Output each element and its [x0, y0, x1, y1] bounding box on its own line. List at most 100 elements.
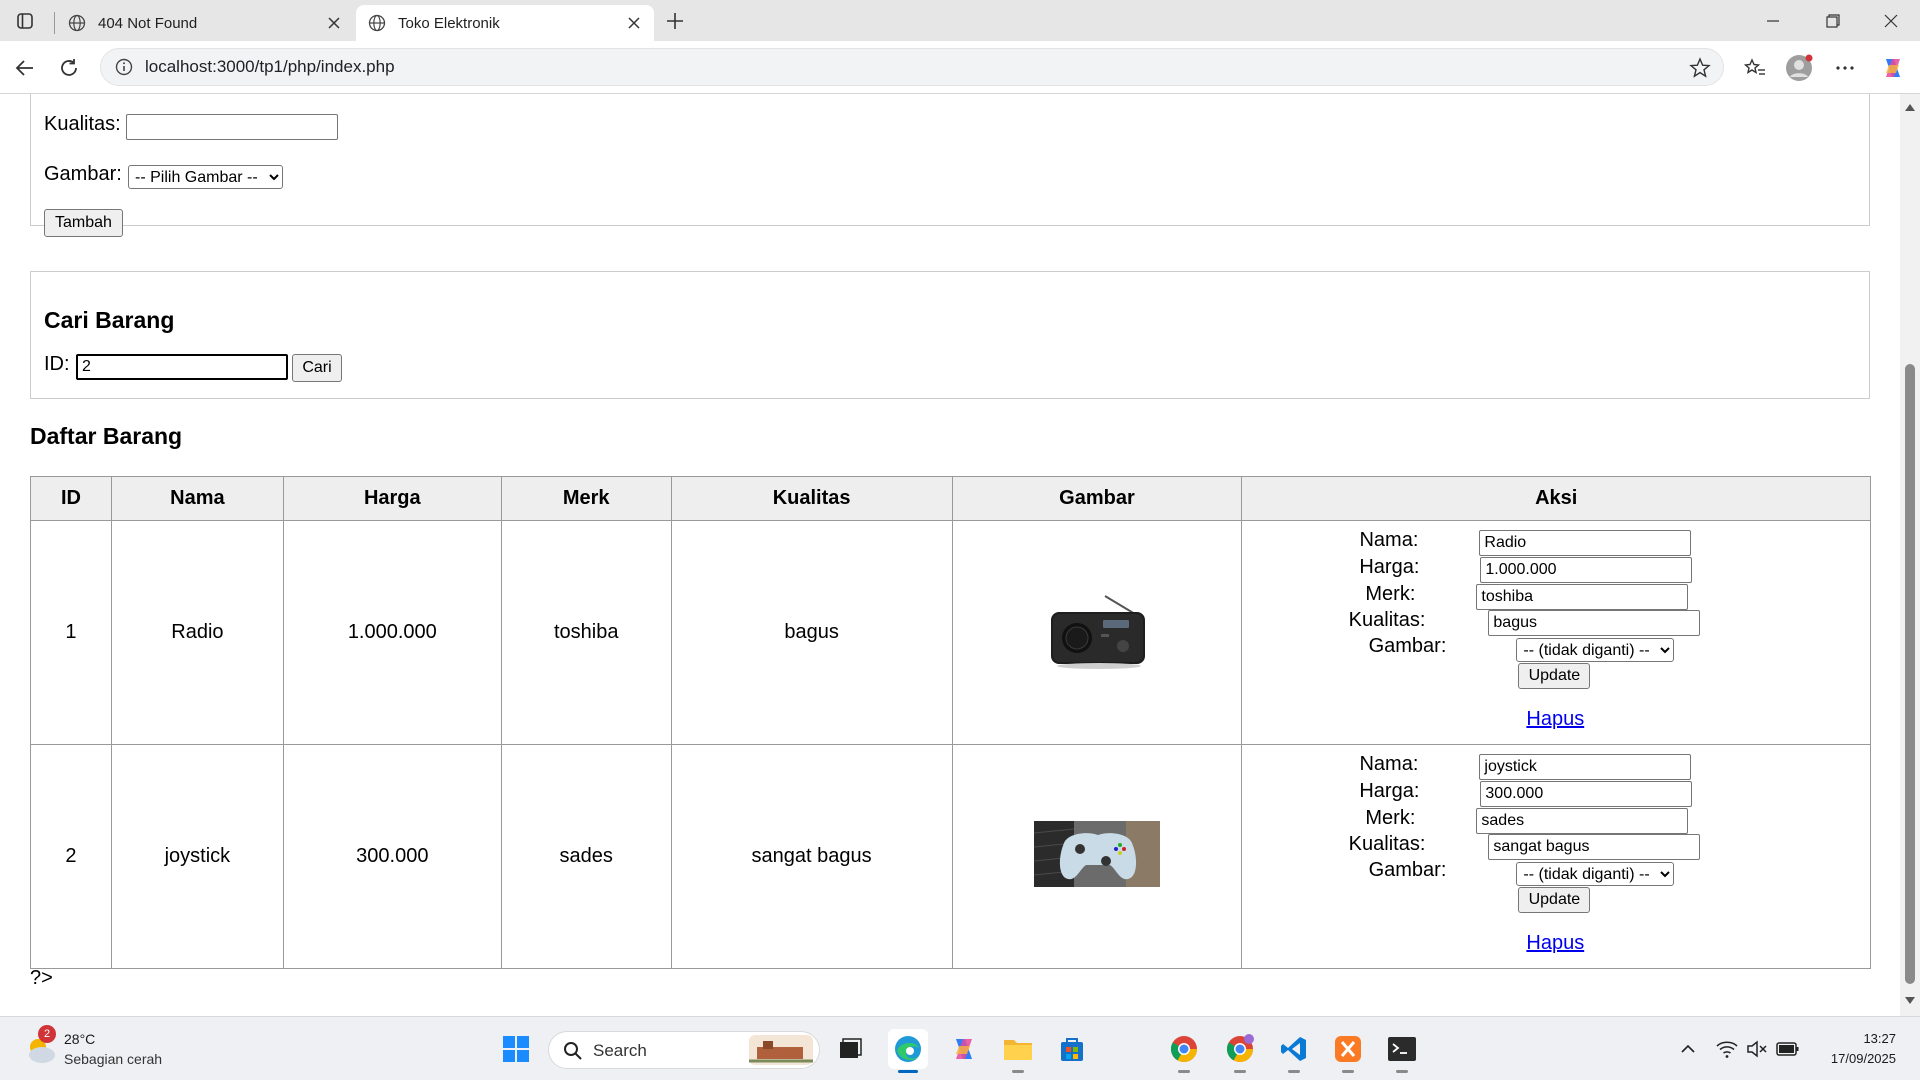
- url-field[interactable]: localhost:3000/tp1/php/index.php: [100, 48, 1724, 86]
- weather-widget[interactable]: 2 28°C Sebagian cerah: [24, 1025, 224, 1071]
- running-indicator: [1288, 1070, 1300, 1073]
- kualitas-input[interactable]: [126, 114, 338, 140]
- more-menu-button[interactable]: [1828, 51, 1862, 85]
- speaker-muted-icon[interactable]: [1746, 1039, 1768, 1059]
- back-button[interactable]: [8, 51, 42, 85]
- tab-404[interactable]: 404 Not Found: [56, 5, 354, 41]
- xampp-button[interactable]: [1328, 1029, 1368, 1073]
- copilot-icon: [1886, 59, 1900, 77]
- hapus-link[interactable]: Hapus: [1526, 932, 1584, 955]
- battery-icon[interactable]: [1776, 1041, 1800, 1057]
- nama-input[interactable]: [1479, 754, 1692, 780]
- scroll-thumb[interactable]: [1905, 364, 1915, 984]
- taskbar: 2 28°C Sebagian cerah Search 13:27 17/09…: [0, 1016, 1920, 1080]
- new-tab-button[interactable]: [660, 7, 690, 35]
- running-indicator: [1234, 1070, 1246, 1073]
- edge-taskbar-button[interactable]: [888, 1029, 928, 1073]
- harga-input[interactable]: [1480, 557, 1693, 583]
- favorites-button[interactable]: [1738, 51, 1772, 85]
- copilot-button[interactable]: [1876, 51, 1910, 85]
- running-indicator: [1396, 1070, 1408, 1073]
- nama-label: Nama:: [1359, 753, 1419, 775]
- clock[interactable]: 13:27 17/09/2025: [1816, 1029, 1896, 1069]
- hapus-link[interactable]: Hapus: [1526, 708, 1584, 731]
- column-header: Aksi: [1241, 476, 1871, 521]
- gambar-select[interactable]: -- Pilih Gambar --: [128, 165, 283, 189]
- gambar-label: Gambar:: [1368, 635, 1447, 657]
- active-indicator: [898, 1070, 918, 1073]
- nama-input[interactable]: [1479, 530, 1692, 556]
- gambar-select[interactable]: -- (tidak diganti) --: [1516, 862, 1675, 886]
- info-icon[interactable]: [115, 58, 133, 76]
- kualitas-input[interactable]: [1488, 610, 1701, 636]
- items-table: ID Nama Harga Merk Kualitas Gambar Aksi …: [30, 476, 1871, 969]
- maximize-button[interactable]: [1804, 0, 1862, 41]
- add-form-box: Kualitas: Gambar: -- Pilih Gambar -- Tam…: [30, 94, 1870, 237]
- harga-input[interactable]: [1480, 781, 1693, 807]
- terminal-icon: [1388, 1037, 1416, 1061]
- xampp-icon: [1335, 1036, 1361, 1062]
- cell-kualitas: sangat bagus: [670, 744, 953, 969]
- page-viewport: Kualitas: Gambar: -- Pilih Gambar -- Tam…: [0, 94, 1900, 1016]
- close-icon[interactable]: [626, 15, 642, 31]
- harga-label: Harga:: [1359, 780, 1420, 802]
- close-icon: [1884, 14, 1898, 27]
- search-label: Search: [593, 1041, 647, 1060]
- file-explorer-button[interactable]: [998, 1029, 1038, 1073]
- task-view-button[interactable]: [830, 1029, 870, 1069]
- terminal-button[interactable]: [1382, 1029, 1422, 1073]
- column-header: Gambar: [951, 476, 1243, 521]
- merk-input[interactable]: [1476, 584, 1689, 610]
- id-search-input[interactable]: [76, 354, 288, 380]
- cell-merk: toshiba: [500, 520, 672, 745]
- address-bar: localhost:3000/tp1/php/index.php: [0, 41, 1920, 94]
- globe-icon: [368, 14, 386, 32]
- column-header: ID: [30, 476, 112, 521]
- chrome-icon: [1226, 1034, 1254, 1063]
- task-view-icon: [840, 1038, 862, 1058]
- tab-actions-icon[interactable]: [10, 8, 40, 34]
- start-button[interactable]: [496, 1029, 536, 1069]
- page-scrollbar[interactable]: [1900, 94, 1920, 1016]
- search-box: Cari Barang ID: Cari: [30, 271, 1870, 399]
- tab-bar: 404 Not Found Toko Elektronik: [0, 0, 1920, 41]
- close-icon[interactable]: [326, 15, 342, 31]
- cari-button[interactable]: Cari: [292, 354, 342, 382]
- table-row: 1 Radio 1.000.000 toshiba bagus Nama: Ra…: [30, 520, 1871, 745]
- kualitas-input[interactable]: [1488, 834, 1701, 860]
- chrome-profile-button[interactable]: [1220, 1029, 1260, 1073]
- search-heading: Cari Barang: [44, 307, 175, 333]
- wifi-icon[interactable]: [1716, 1039, 1738, 1059]
- store-icon: [1061, 1038, 1083, 1061]
- cell-harga: 1.000.000: [282, 520, 502, 745]
- close-window-button[interactable]: [1862, 0, 1920, 41]
- column-header: Harga: [282, 476, 502, 521]
- scroll-down-arrow-icon[interactable]: [1904, 996, 1916, 1006]
- merk-input[interactable]: [1476, 808, 1689, 834]
- clock-time: 13:27: [1863, 1031, 1896, 1046]
- copilot-taskbar-button[interactable]: [944, 1029, 984, 1069]
- update-button[interactable]: Update: [1518, 887, 1591, 913]
- vscode-button[interactable]: [1274, 1029, 1314, 1073]
- restore-icon: [1826, 13, 1840, 28]
- radio-image: [1050, 594, 1145, 669]
- plus-icon: [667, 13, 683, 29]
- favorite-star-icon[interactable]: [1689, 57, 1711, 79]
- favorites-list-icon: [1744, 58, 1765, 75]
- merk-label: Merk:: [1365, 583, 1416, 605]
- gambar-select[interactable]: -- (tidak diganti) --: [1516, 638, 1675, 662]
- store-button[interactable]: [1052, 1029, 1092, 1069]
- reload-button[interactable]: [52, 51, 86, 85]
- scroll-up-arrow-icon[interactable]: [1904, 102, 1916, 112]
- tab-toko-elektronik[interactable]: Toko Elektronik: [356, 5, 654, 41]
- chevron-up-icon[interactable]: [1680, 1041, 1696, 1057]
- chrome-button[interactable]: [1164, 1029, 1204, 1073]
- profile-button[interactable]: [1782, 51, 1816, 85]
- tambah-button[interactable]: Tambah: [44, 209, 123, 237]
- table-row: 2 joystick 300.000 sades sangat bagus Na…: [30, 744, 1871, 969]
- update-button[interactable]: Update: [1518, 663, 1591, 689]
- more-dots-icon: [1836, 66, 1854, 70]
- minimize-button[interactable]: [1744, 0, 1802, 41]
- taskbar-search[interactable]: Search: [548, 1031, 820, 1069]
- merk-label: Merk:: [1365, 807, 1416, 829]
